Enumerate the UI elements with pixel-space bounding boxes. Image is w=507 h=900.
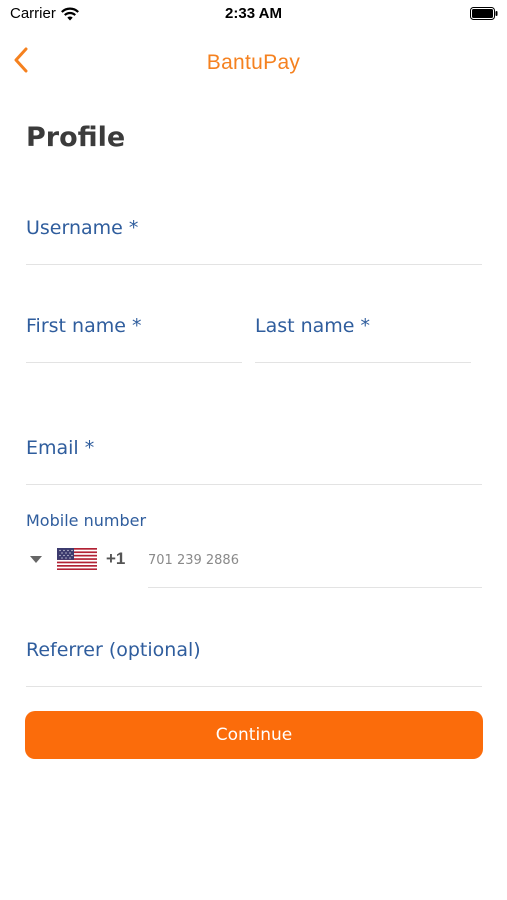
username-field[interactable]: Username * <box>26 217 138 239</box>
mobile-number-label: Mobile number <box>26 511 147 530</box>
page-title: Profile <box>26 122 126 153</box>
status-time: 2:33 AM <box>225 5 282 22</box>
continue-button[interactable]: Continue <box>25 711 483 759</box>
country-code-picker[interactable]: +1 <box>30 544 135 574</box>
email-field[interactable]: Email * <box>26 437 94 459</box>
referrer-underline <box>26 686 482 687</box>
phone-number-input[interactable]: 701 239 2886 <box>148 546 482 574</box>
caret-down-icon <box>30 555 42 563</box>
first-name-underline <box>26 362 242 363</box>
status-bar: Carrier 2:33 AM <box>0 0 507 28</box>
dial-code: +1 <box>106 549 126 568</box>
brand-logo: BantuPay <box>206 51 301 74</box>
navigation-bar: BantuPay <box>0 36 507 88</box>
username-underline <box>26 264 482 265</box>
phone-underline <box>148 587 482 588</box>
first-name-field[interactable]: First name * <box>26 315 141 337</box>
referrer-field[interactable]: Referrer (optional) <box>26 639 201 661</box>
last-name-underline <box>255 362 471 363</box>
battery-full-icon <box>470 7 498 20</box>
us-flag-icon <box>57 548 97 570</box>
continue-button-label: Continue <box>215 725 293 745</box>
last-name-field[interactable]: Last name * <box>255 315 370 337</box>
email-underline <box>26 484 482 485</box>
